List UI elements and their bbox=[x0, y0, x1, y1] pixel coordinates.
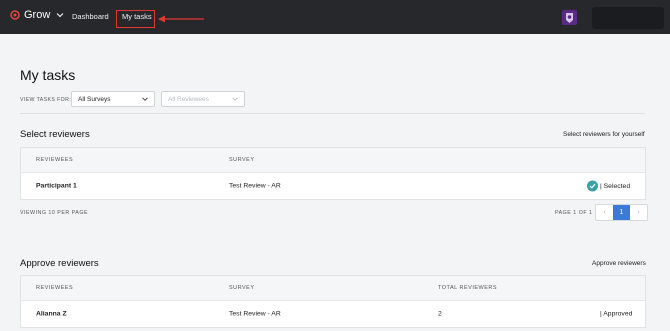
selected-status-label: | Selected bbox=[600, 182, 631, 190]
page-1-button[interactable]: 1 bbox=[613, 205, 630, 220]
table-header: REVIEWEES SURVEY TOTAL REVIEWERS bbox=[21, 276, 645, 301]
avatar[interactable] bbox=[562, 10, 577, 25]
grow-logo-icon bbox=[10, 10, 20, 20]
table-row[interactable]: Alianna Z Test Review - AR 2 | Approved bbox=[21, 301, 645, 327]
column-header-reviewees: REVIEWEES bbox=[36, 157, 74, 163]
column-header-survey: SURVEY bbox=[229, 157, 255, 163]
annotation-arrow-icon bbox=[158, 15, 204, 23]
survey-name: Test Review - AR bbox=[229, 182, 281, 190]
approve-reviewers-link[interactable]: Approve reviewers bbox=[592, 260, 646, 267]
chevron-down-icon bbox=[142, 97, 148, 101]
page-indicator: PAGE 1 OF 1 bbox=[555, 210, 593, 216]
approve-reviewers-title: Approve reviewers bbox=[20, 258, 99, 269]
chevron-down-icon bbox=[56, 13, 64, 18]
approved-status: | Approved bbox=[600, 310, 633, 318]
table-row[interactable]: Participant 1 Test Review - AR | Selecte… bbox=[21, 173, 645, 199]
column-header-survey: SURVEY bbox=[229, 285, 255, 291]
prev-page-button[interactable]: ‹ bbox=[596, 205, 613, 220]
select-reviewers-table: REVIEWEES SURVEY Participant 1 Test Revi… bbox=[20, 147, 646, 200]
survey-select[interactable]: All Surveys bbox=[71, 91, 155, 107]
top-navigation-bar: Grow Dashboard My tasks bbox=[0, 0, 670, 34]
table-header: REVIEWEES SURVEY bbox=[21, 148, 645, 173]
filter-label: VIEW TASKS FOR: bbox=[20, 97, 72, 103]
select-reviewers-title: Select reviewers bbox=[20, 129, 90, 140]
reviewees-select-placeholder: All Reviewees bbox=[168, 96, 209, 103]
per-page-label: VIEWING 10 PER PAGE bbox=[20, 210, 88, 216]
approve-reviewers-table: REVIEWEES SURVEY TOTAL REVIEWERS Alianna… bbox=[20, 275, 646, 328]
brand-name: Grow bbox=[24, 9, 51, 21]
nav-my-tasks[interactable]: My tasks bbox=[122, 12, 152, 21]
brand-menu[interactable]: Grow bbox=[10, 9, 64, 21]
pagination: ‹ 1 › bbox=[595, 204, 648, 221]
chevron-down-icon bbox=[232, 97, 238, 101]
survey-select-value: All Surveys bbox=[78, 96, 111, 103]
column-header-reviewees: REVIEWEES bbox=[36, 285, 74, 291]
checkmark-icon bbox=[587, 180, 598, 192]
select-reviewers-link[interactable]: Select reviewers for yourself bbox=[563, 131, 645, 138]
selected-status: | Selected bbox=[587, 180, 631, 192]
reviewee-name: Participant 1 bbox=[36, 182, 77, 190]
next-page-button[interactable]: › bbox=[630, 205, 647, 220]
column-header-total-reviewers: TOTAL REVIEWERS bbox=[438, 285, 498, 291]
reviewee-name: Alianna Z bbox=[36, 310, 67, 318]
user-menu[interactable] bbox=[592, 7, 664, 29]
total-reviewers-count: 2 bbox=[438, 310, 442, 318]
page-title: My tasks bbox=[20, 67, 76, 83]
divider bbox=[20, 113, 646, 114]
reviewees-select[interactable]: All Reviewees bbox=[161, 91, 245, 107]
user-avatar-icon bbox=[566, 13, 573, 23]
survey-name: Test Review - AR bbox=[229, 310, 281, 318]
nav-dashboard[interactable]: Dashboard bbox=[72, 12, 109, 21]
